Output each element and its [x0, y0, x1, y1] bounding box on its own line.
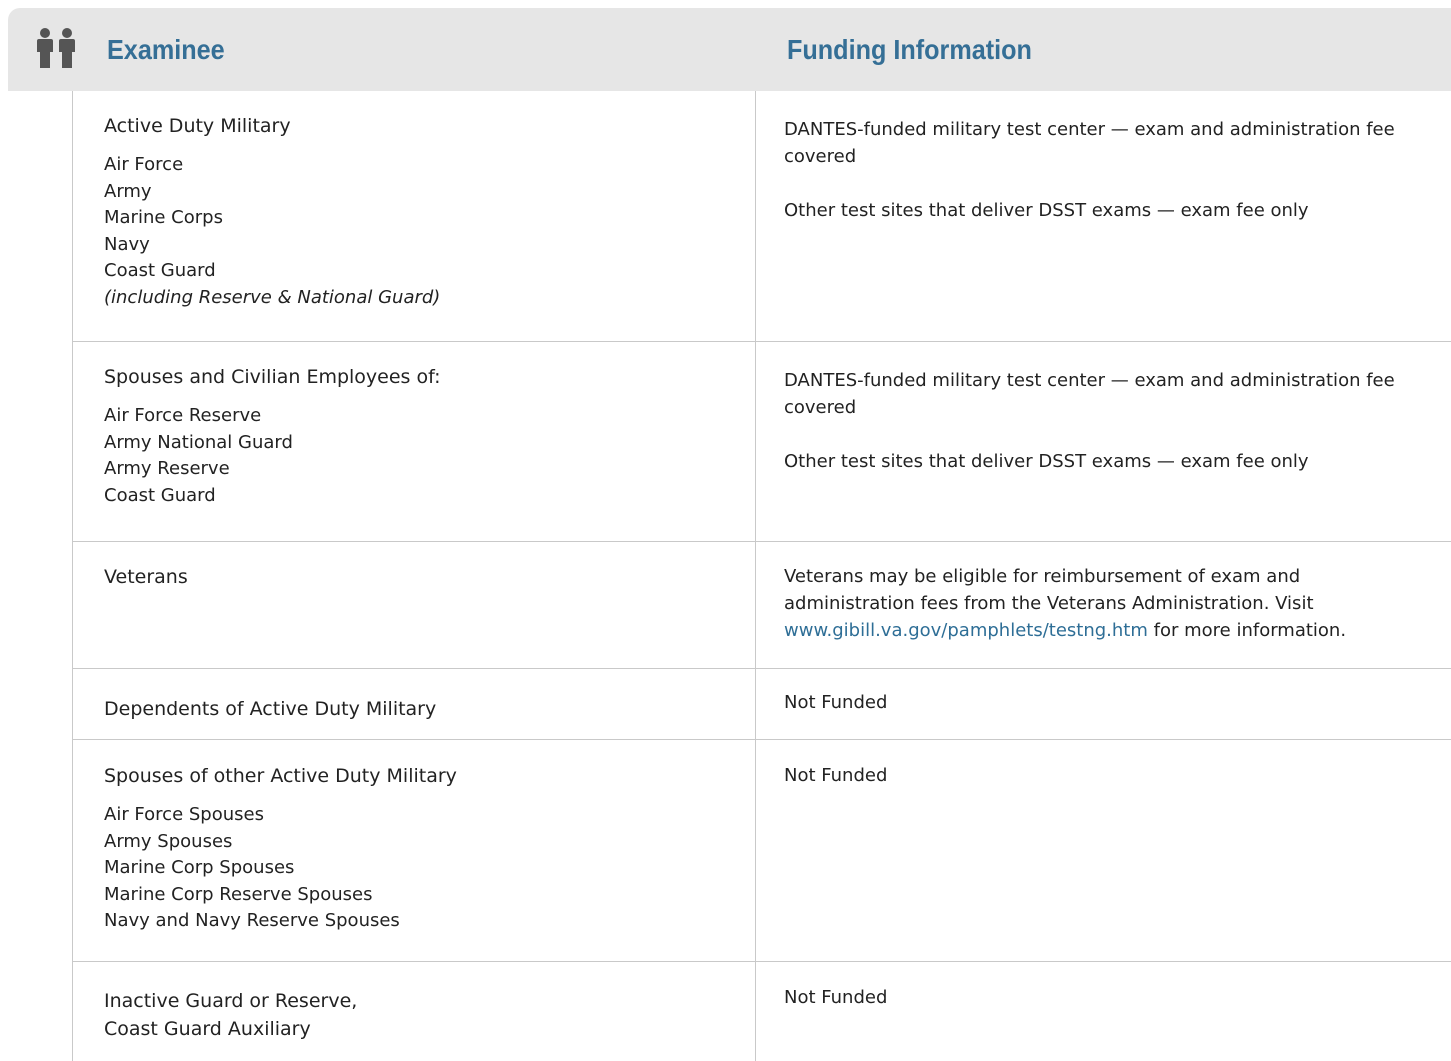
funding-text: DANTES-funded military test center — exa…	[784, 119, 1395, 167]
list-item: Marine Corp Reserve Spouses	[104, 883, 373, 905]
list-item: Army Reserve	[104, 458, 230, 479]
examinee-column-header: Examinee	[107, 34, 225, 65]
table-row: Spouses of other Active Duty Military Ai…	[73, 740, 1451, 962]
row-note: (including Reserve & National Guard)	[104, 286, 441, 308]
funding-text: DANTES-funded military test center — exa…	[784, 370, 1395, 418]
examinee-cell: Dependents of Active Duty Military	[104, 696, 724, 735]
funding-cell: Not Funded	[784, 762, 1404, 789]
table-row: Veterans Veterans may be eligible for re…	[73, 542, 1451, 669]
funding-cell: DANTES-funded military test center — exa…	[784, 116, 1404, 224]
list-item: Army Spouses	[104, 830, 233, 852]
gibill-link[interactable]: www.gibill.va.gov/pamphlets/testng.htm	[784, 620, 1148, 641]
list-item: Marine Corps	[104, 207, 223, 228]
examinee-cell: Spouses of other Active Duty Military Ai…	[104, 763, 724, 935]
table-header: Examinee Funding Information	[8, 8, 1451, 91]
funding-cell: DANTES-funded military test center — exa…	[784, 367, 1404, 475]
funding-table: Active Duty Military Air Force Army Mari…	[72, 91, 1451, 1061]
list-item: Air Force Reserve	[104, 405, 262, 426]
list-item: Air Force	[104, 154, 184, 175]
examinee-cell: Veterans	[104, 564, 724, 603]
row-title: Spouses and Civilian Employees of:	[104, 366, 441, 388]
table-row: Dependents of Active Duty Military Not F…	[73, 669, 1451, 740]
list-item: Coast Guard	[104, 260, 216, 281]
funding-text: Other test sites that deliver DSST exams…	[784, 451, 1309, 472]
list-item: Marine Corp Spouses	[104, 857, 295, 878]
examinee-cell: Inactive Guard or Reserve, Coast Guard A…	[104, 987, 724, 1055]
table-row: Inactive Guard or Reserve, Coast Guard A…	[73, 962, 1451, 1061]
list-item: Army	[104, 180, 152, 202]
examinee-cell: Active Duty Military Air Force Army Mari…	[104, 113, 724, 311]
table-row: Active Duty Military Air Force Army Mari…	[73, 91, 1451, 342]
list-item: Army National Guard	[104, 431, 293, 453]
list-item: Navy and Navy Reserve Spouses	[104, 910, 400, 931]
examinee-cell: Spouses and Civilian Employees of: Air F…	[104, 364, 724, 509]
list-item: Air Force Spouses	[104, 804, 264, 825]
row-title: Veterans	[104, 566, 188, 588]
row-title: Dependents of Active Duty Military	[104, 698, 437, 720]
list-item: Coast Guard	[104, 484, 216, 506]
list-item: Navy	[104, 233, 150, 255]
funding-cell: Veterans may be eligible for reimburseme…	[784, 563, 1404, 644]
funding-text: Veterans may be eligible for reimburseme…	[784, 566, 1347, 641]
funding-text: Other test sites that deliver DSST exams…	[784, 200, 1309, 221]
row-title: Inactive Guard or Reserve, Coast Guard A…	[104, 990, 358, 1040]
funding-column-header: Funding Information	[787, 34, 1032, 65]
funding-cell: Not Funded	[784, 689, 1404, 716]
funding-text: Not Funded	[784, 987, 888, 1008]
funding-cell: Not Funded	[784, 984, 1404, 1011]
funding-text: Not Funded	[784, 692, 888, 713]
people-icon	[37, 28, 75, 68]
table-row: Spouses and Civilian Employees of: Air F…	[73, 342, 1451, 542]
funding-text: Not Funded	[784, 765, 888, 786]
row-title: Active Duty Military	[104, 115, 291, 137]
row-title: Spouses of other Active Duty Military	[104, 765, 457, 787]
